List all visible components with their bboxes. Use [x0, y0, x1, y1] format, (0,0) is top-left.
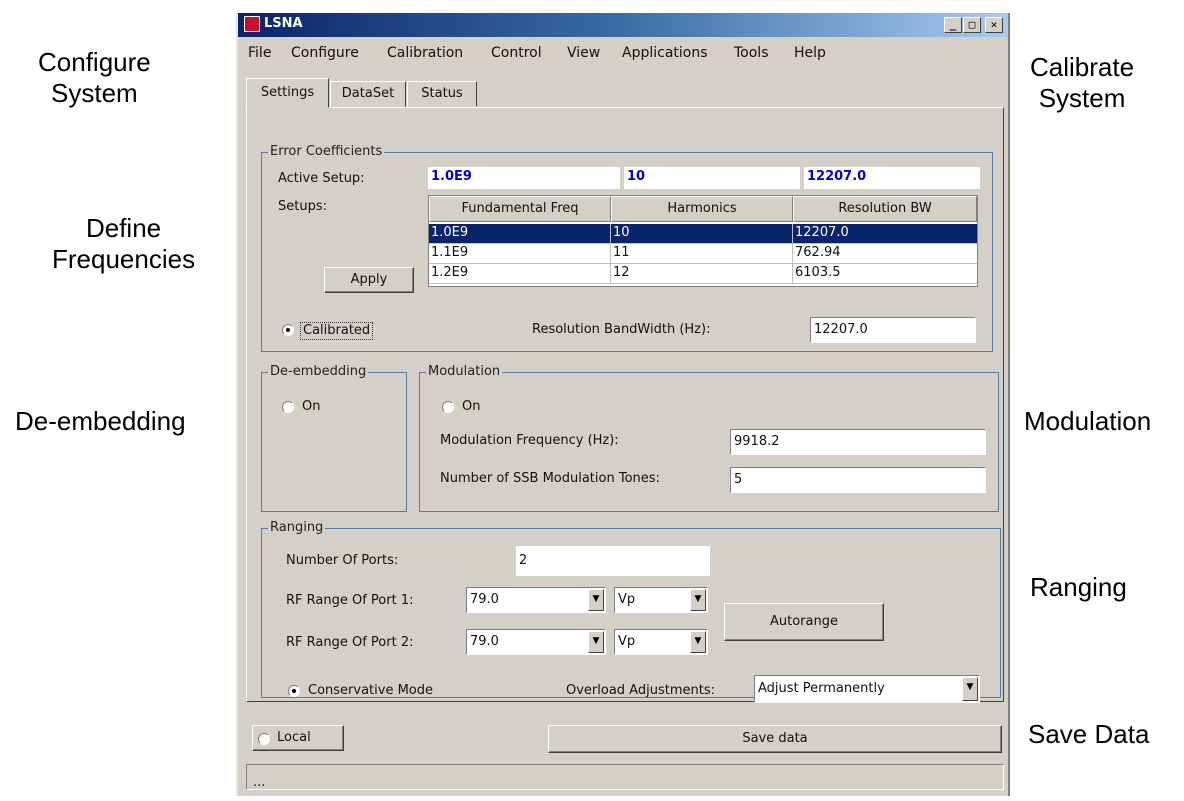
table-cell: 1.0E9 — [429, 224, 611, 243]
de-embedding-on-radio[interactable] — [282, 401, 294, 413]
rf-range-port1-value: 79.0 — [470, 592, 499, 607]
table-cell: 11 — [611, 244, 793, 263]
title-bar[interactable]: LSNA _ □ ✕ — [238, 13, 1008, 37]
modulation-on-label[interactable]: On — [462, 399, 480, 415]
overload-adjustments-select[interactable]: Adjust Permanently ▼ — [754, 675, 980, 703]
annotation-ranging: Ranging — [1030, 572, 1127, 602]
rf-range-port2-value: 79.0 — [470, 634, 499, 649]
menu-tools[interactable]: Tools — [734, 45, 769, 61]
table-row[interactable]: 1.2E9 12 6103.5 — [429, 264, 977, 284]
annotation-save-data: Save Data — [1028, 719, 1150, 749]
table-cell: 1.1E9 — [429, 244, 611, 263]
settings-panel: Error Coefficients Active Setup: 1.0E9 1… — [246, 107, 1004, 703]
table-cell: 6103.5 — [795, 265, 841, 280]
autorange-button[interactable]: Autorange — [724, 603, 884, 641]
menu-bar: File Configure Calibration Control View … — [238, 37, 1008, 65]
number-of-ports-label: Number Of Ports: — [286, 553, 399, 568]
modulation-frequency-input[interactable]: 9918.2 — [730, 429, 986, 455]
group-title-ranging: Ranging — [268, 520, 326, 536]
rf-range-port2-select[interactable]: 79.0 ▼ — [466, 629, 606, 655]
apply-button[interactable]: Apply — [324, 267, 414, 293]
lsna-window: LSNA _ □ ✕ File Configure Calibration Co… — [236, 13, 1010, 796]
rf-range-port2-unit-select[interactable]: Vp ▼ — [614, 629, 708, 655]
error-coefficients-group: Error Coefficients Active Setup: 1.0E9 1… — [261, 144, 993, 352]
local-toggle[interactable]: Local — [252, 725, 344, 751]
setups-label: Setups: — [278, 199, 327, 214]
annotation-configure-system: Configure System — [38, 47, 151, 108]
annotation-define-frequencies: Define Frequencies — [52, 213, 196, 274]
ranging-group: Ranging Number Of Ports: 2 RF Range Of P… — [261, 520, 1001, 703]
modulation-group: Modulation On Modulation Frequency (Hz):… — [419, 364, 999, 512]
save-data-button[interactable]: Save data — [548, 725, 1002, 753]
active-setup-label: Active Setup: — [278, 171, 365, 186]
modulation-on-radio[interactable] — [442, 401, 454, 413]
conservative-mode-label[interactable]: Conservative Mode — [308, 683, 433, 699]
rbw-label: Resolution BandWidth (Hz): — [532, 322, 711, 337]
overload-adjustments-label: Overload Adjustments: — [566, 683, 715, 698]
tab-dataset[interactable]: DataSet — [330, 81, 406, 107]
group-title-modulation: Modulation — [426, 364, 503, 380]
calibrated-radio[interactable] — [282, 324, 294, 336]
rf-range-port1-unit: Vp — [618, 592, 636, 607]
minimize-button[interactable]: _ — [944, 17, 962, 33]
menu-view[interactable]: View — [567, 45, 600, 61]
annotation-calibrate-system: Calibrate System — [1030, 52, 1135, 113]
setups-table: Fundamental Freq Harmonics Resolution BW… — [428, 195, 978, 287]
chevron-down-icon[interactable]: ▼ — [962, 677, 978, 701]
table-row[interactable]: 1.1E9 11 762.94 — [429, 244, 977, 264]
chevron-down-icon[interactable]: ▼ — [690, 589, 706, 611]
ssb-tones-input[interactable]: 5 — [730, 467, 986, 493]
rf-range-port1-label: RF Range Of Port 1: — [286, 593, 414, 608]
column-header-harmonics[interactable]: Harmonics — [611, 196, 793, 222]
table-cell: 12 — [611, 264, 793, 283]
window-title: LSNA — [264, 16, 303, 31]
active-rbw-value: 12207.0 — [804, 167, 980, 189]
menu-configure[interactable]: Configure — [291, 45, 359, 61]
menu-control[interactable]: Control — [491, 45, 542, 61]
rf-range-port2-label: RF Range Of Port 2: — [286, 635, 414, 650]
modulation-frequency-label: Modulation Frequency (Hz): — [440, 433, 619, 448]
table-cell: 12207.0 — [795, 225, 849, 240]
active-harmonics-value: 10 — [624, 167, 800, 189]
menu-help[interactable]: Help — [794, 45, 826, 61]
annotation-de-embedding: De-embedding — [15, 406, 186, 436]
number-of-ports-value[interactable]: 2 — [516, 546, 710, 576]
menu-file[interactable]: File — [248, 45, 271, 61]
ssb-tones-label: Number of SSB Modulation Tones: — [440, 471, 660, 486]
active-freq-value: 1.0E9 — [428, 167, 620, 189]
rf-range-port2-unit: Vp — [618, 634, 636, 649]
column-header-resolution-bw[interactable]: Resolution BW — [793, 196, 977, 222]
table-cell: 1.2E9 — [429, 264, 611, 283]
conservative-mode-radio[interactable] — [288, 685, 300, 697]
menu-calibration[interactable]: Calibration — [387, 45, 463, 61]
chevron-down-icon[interactable]: ▼ — [588, 631, 604, 653]
status-bar: ... — [246, 764, 1004, 790]
de-embedding-group: De-embedding On — [261, 364, 407, 512]
calibrated-label[interactable]: Calibrated — [300, 322, 374, 340]
rf-range-port1-unit-select[interactable]: Vp ▼ — [614, 587, 708, 613]
chevron-down-icon[interactable]: ▼ — [690, 631, 706, 653]
table-cell: 10 — [611, 224, 793, 243]
app-icon — [244, 16, 260, 32]
rf-range-port1-select[interactable]: 79.0 ▼ — [466, 587, 606, 613]
rbw-input[interactable]: 12207.0 — [810, 317, 976, 343]
close-button[interactable]: ✕ — [985, 17, 1003, 33]
chevron-down-icon[interactable]: ▼ — [588, 589, 604, 611]
group-title-error-coefficients: Error Coefficients — [268, 144, 385, 160]
de-embedding-on-label[interactable]: On — [302, 399, 320, 415]
maximize-button[interactable]: □ — [963, 17, 981, 33]
overload-adjustments-value: Adjust Permanently — [758, 681, 885, 696]
group-title-de-embedding: De-embedding — [268, 364, 369, 380]
table-row[interactable]: 1.0E9 10 12207.0 — [429, 224, 977, 244]
tab-status[interactable]: Status — [407, 81, 477, 107]
tab-settings[interactable]: Settings — [246, 78, 329, 108]
table-cell: 762.94 — [795, 245, 841, 260]
annotation-modulation: Modulation — [1024, 406, 1152, 436]
local-radio[interactable] — [258, 733, 270, 745]
column-header-fundamental-freq[interactable]: Fundamental Freq — [429, 196, 611, 222]
local-label: Local — [277, 730, 311, 745]
menu-applications[interactable]: Applications — [622, 45, 708, 61]
